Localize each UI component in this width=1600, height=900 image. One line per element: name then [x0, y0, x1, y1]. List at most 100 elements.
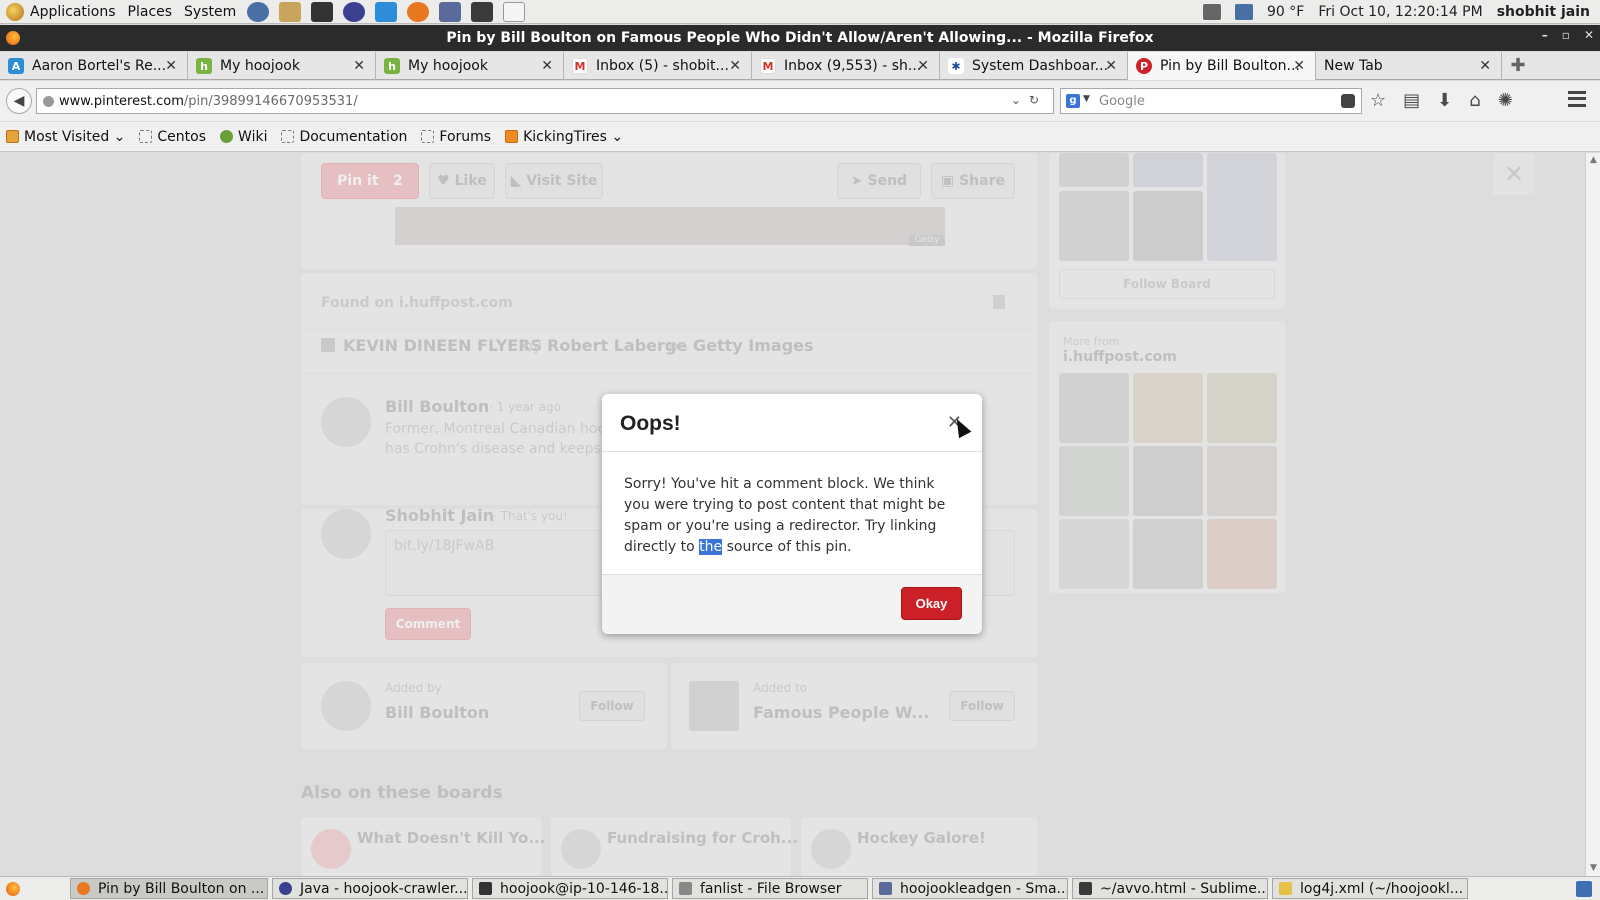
volume-muted-icon[interactable]	[1203, 4, 1222, 20]
bookmark-most-visited[interactable]: Most Visited ⌄	[6, 129, 125, 145]
firefox-icon[interactable]	[6, 31, 20, 45]
wiki-icon	[220, 130, 234, 143]
minimize-icon[interactable]: –	[1542, 28, 1548, 42]
bookmark-documentation[interactable]: Documentation	[281, 129, 407, 145]
window-titlebar: Pin by Bill Boulton on Famous People Who…	[0, 25, 1600, 51]
folder-icon	[6, 130, 19, 143]
eclipse-icon	[279, 882, 292, 895]
skype-icon[interactable]	[375, 1, 398, 22]
network-status-icon[interactable]	[1235, 4, 1254, 20]
back-button[interactable]: ◀	[6, 88, 32, 114]
code-editor-icon	[879, 882, 892, 895]
tab-inbox-5[interactable]: M Inbox (5) - shobit... ✕	[564, 52, 752, 80]
tab-favicon-icon: h	[384, 58, 400, 74]
tab-aaron-bortel[interactable]: A Aaron Bortel's Re... ✕	[0, 52, 188, 80]
extension-icon[interactable]: ✺	[1498, 90, 1513, 111]
tab-my-hoojook-1[interactable]: h My hoojook ✕	[188, 52, 376, 80]
bottom-taskbar: Pin by Bill Boulton on ... Java - hoojoo…	[0, 876, 1600, 900]
eclipse-icon[interactable]	[343, 1, 366, 22]
code-editor-icon[interactable]	[439, 1, 462, 22]
tab-close-icon[interactable]: ✕	[1105, 58, 1117, 74]
url-domain: www.pinterest.com	[59, 93, 184, 109]
tab-system-dashboard[interactable]: ✱ System Dashboar... ✕	[940, 52, 1128, 80]
weather-temperature[interactable]: 90 °F	[1267, 4, 1304, 20]
bookmark-star-icon[interactable]: ☆	[1370, 90, 1386, 111]
system-menu[interactable]: System	[178, 0, 242, 24]
task-sublime[interactable]: ~/avvo.html - Sublime...	[1072, 878, 1268, 899]
download-icon[interactable]: ⬇	[1437, 90, 1452, 111]
oops-dialog: Oops! ✕ Sorry! You've hit a comment bloc…	[602, 394, 982, 634]
chevron-down-icon[interactable]: ▼	[1083, 94, 1090, 104]
terminal-icon[interactable]	[311, 1, 334, 22]
dialog-title: Oops!	[620, 412, 681, 435]
maximize-icon[interactable]: ▫	[1562, 28, 1570, 42]
tab-close-icon[interactable]: ✕	[1293, 58, 1305, 74]
url-bar[interactable]: www.pinterest.com/pin/39899146670953531/…	[36, 88, 1054, 114]
dialog-footer: Okay	[602, 574, 982, 634]
task-firefox[interactable]: Pin by Bill Boulton on ...	[70, 878, 268, 899]
url-dropdown-reload-icon[interactable]: ⌄↻	[1011, 93, 1047, 107]
menu-icon[interactable]	[1568, 91, 1586, 107]
task-log4j-editor[interactable]: log4j.xml (~/hoojookl...	[1272, 878, 1468, 899]
network-icon[interactable]	[247, 1, 270, 22]
applications-menu[interactable]: Applications	[0, 0, 122, 24]
tab-inbox-9553[interactable]: M Inbox (9,553) - sh... ✕	[752, 52, 940, 80]
document-icon[interactable]	[503, 1, 526, 22]
reading-list-icon[interactable]: ▤	[1403, 90, 1420, 111]
scroll-down-icon[interactable]: ▼	[1588, 863, 1599, 874]
task-smartgit[interactable]: hoojookleadgen - Sma...	[872, 878, 1068, 899]
task-terminal[interactable]: hoojook@ip-10-146-18...	[472, 878, 668, 899]
gmail-icon: M	[760, 58, 776, 74]
sublime-icon	[1079, 882, 1092, 895]
gnome-foot-icon	[6, 2, 24, 21]
tab-close-icon[interactable]: ✕	[541, 58, 553, 74]
folder-icon	[679, 882, 692, 895]
tab-pin-by-bill-boulton[interactable]: P Pin by Bill Boulton... ✕	[1128, 52, 1316, 80]
clock[interactable]: Fri Oct 10, 12:20:14 PM	[1318, 4, 1482, 20]
dialog-header: Oops! ✕	[602, 394, 982, 452]
search-bar[interactable]: g ▼ Google	[1060, 88, 1362, 114]
close-window-icon[interactable]: ✕	[1584, 28, 1594, 42]
top-panel: Applications Places System 90 °F Fri Oct…	[0, 0, 1600, 24]
page-icon	[281, 130, 295, 143]
new-tab-button[interactable]: ✚	[1502, 52, 1534, 79]
firefox-launcher-icon[interactable]	[407, 1, 430, 22]
page-scrollbar[interactable]: ▲ ▼	[1585, 153, 1600, 876]
bookmark-centos[interactable]: Centos	[139, 129, 206, 145]
bookmark-wiki[interactable]: Wiki	[220, 129, 267, 145]
scroll-up-icon[interactable]: ▲	[1588, 155, 1599, 166]
bookmark-forums[interactable]: Forums	[421, 129, 491, 145]
selected-text: the	[699, 539, 723, 555]
tab-new-tab[interactable]: New Tab ✕	[1316, 52, 1502, 80]
tab-close-icon[interactable]: ✕	[1479, 58, 1491, 74]
url-path: /pin/39899146670953531/	[183, 93, 358, 109]
okay-button[interactable]: Okay	[901, 587, 962, 620]
google-icon[interactable]: g	[1066, 94, 1080, 108]
places-menu[interactable]: Places	[122, 0, 179, 24]
task-file-browser[interactable]: fanlist - File Browser	[672, 878, 868, 899]
binoculars-icon[interactable]	[1341, 94, 1355, 108]
gmail-icon: M	[572, 58, 588, 74]
task-eclipse[interactable]: Java - hoojook-crawler...	[272, 878, 468, 899]
tab-close-icon[interactable]: ✕	[729, 58, 741, 74]
tab-favicon-icon: h	[196, 58, 212, 74]
mail-icon[interactable]	[279, 1, 302, 22]
firefox-icon[interactable]	[6, 882, 20, 896]
sublime-icon[interactable]	[471, 1, 494, 22]
tab-close-icon[interactable]: ✕	[353, 58, 365, 74]
home-icon[interactable]: ⌂	[1469, 90, 1480, 111]
tab-close-icon[interactable]: ✕	[165, 58, 177, 74]
search-placeholder: Google	[1099, 93, 1145, 109]
jira-icon: ✱	[948, 58, 964, 74]
workspace-switcher-icon[interactable]	[1576, 881, 1592, 897]
tab-favicon-icon: A	[8, 58, 24, 74]
chevron-down-icon: ⌄	[611, 128, 624, 145]
bookmarks-toolbar: Most Visited ⌄ Centos Wiki Documentation…	[0, 122, 1600, 152]
tab-strip: A Aaron Bortel's Re... ✕ h My hoojook ✕ h My …	[0, 52, 1600, 80]
tab-my-hoojook-2[interactable]: h My hoojook ✕	[376, 52, 564, 80]
bookmark-kickingtires[interactable]: KickingTires ⌄	[505, 129, 623, 145]
tab-close-icon[interactable]: ✕	[917, 58, 929, 74]
navigation-toolbar: ◀ www.pinterest.com/pin/3989914667095353…	[0, 81, 1600, 121]
user-menu[interactable]: shobhit jain	[1497, 4, 1590, 20]
globe-icon	[43, 96, 54, 107]
